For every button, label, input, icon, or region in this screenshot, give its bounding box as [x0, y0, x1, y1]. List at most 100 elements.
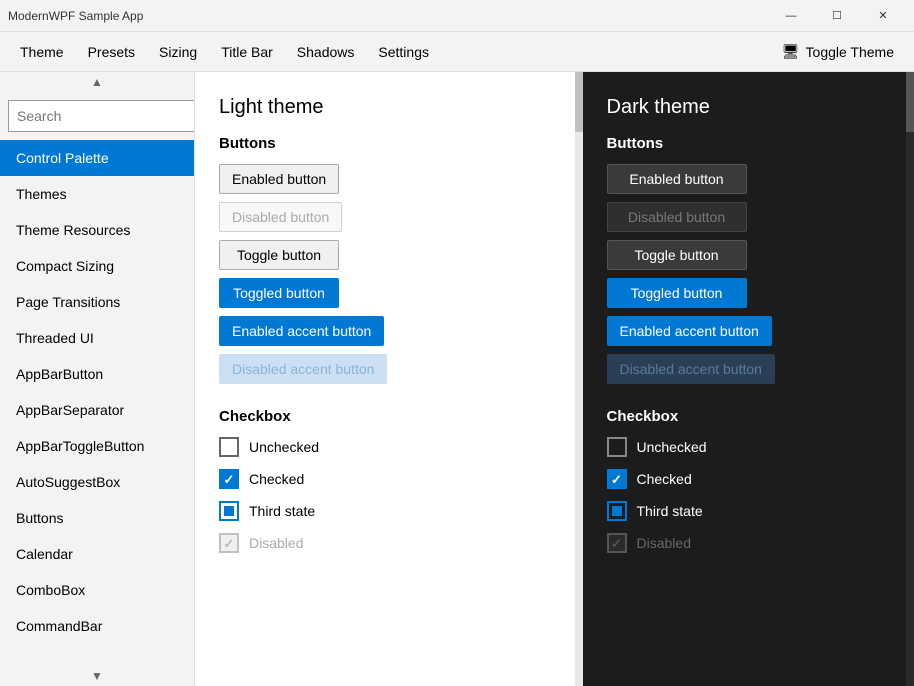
maximize-button[interactable]: ☐ [814, 0, 860, 32]
light-btn-row-4: Enabled accent button [219, 316, 551, 346]
light-btn-row-2: Toggle button [219, 240, 551, 270]
light-enabled-button[interactable]: Enabled button [219, 164, 339, 194]
light-btn-row-0: Enabled button [219, 164, 551, 194]
check-icon: ✓ [224, 473, 235, 486]
light-checkbox-section: Checkbox Unchecked ✓ Checked Third state [219, 408, 551, 553]
dark-enabled-button[interactable]: Enabled button [607, 164, 747, 194]
dark-disabled-button: Disabled button [607, 202, 747, 232]
close-button[interactable]: ✕ [860, 0, 906, 32]
light-btn-row-1: Disabled button [219, 202, 551, 232]
light-scrollbar[interactable] [575, 72, 583, 686]
light-accent-button[interactable]: Enabled accent button [219, 316, 384, 346]
sidebar-item-page-transitions[interactable]: Page Transitions [0, 284, 194, 320]
sidebar-item-calendar[interactable]: Calendar [0, 536, 194, 572]
dark-checkbox-unchecked-box[interactable] [607, 437, 627, 457]
disabled-check-icon: ✓ [224, 537, 235, 550]
dark-accent-disabled-button: Disabled accent button [607, 354, 775, 384]
app-layout: ▲ 🔍 Control Palette Themes Theme Resourc… [0, 72, 914, 686]
minimize-button[interactable]: — [768, 0, 814, 32]
dark-btn-row-1: Disabled button [607, 202, 883, 232]
sidebar-item-appbartogglebutton[interactable]: AppBarToggleButton [0, 428, 194, 464]
light-disabled-button: Disabled button [219, 202, 342, 232]
dark-btn-row-5: Disabled accent button [607, 354, 883, 384]
dark-scrollbar[interactable] [906, 72, 914, 686]
light-checkbox-disabled-label: Disabled [249, 535, 303, 551]
sidebar-scroll-up[interactable]: ▲ [0, 72, 194, 92]
dark-checkbox-section: Checkbox Unchecked ✓ Checked [607, 408, 883, 553]
dark-checkbox-disabled: ✓ Disabled [607, 533, 883, 553]
dark-buttons-section: Buttons Enabled button Disabled button T… [607, 135, 883, 384]
light-toggle-button[interactable]: Toggle button [219, 240, 339, 270]
light-buttons-subtitle: Buttons [219, 135, 551, 152]
dark-theme-panel: Dark theme Buttons Enabled button Disabl… [583, 72, 907, 686]
light-checkbox-unchecked: Unchecked [219, 437, 551, 457]
light-theme-panel: Light theme Buttons Enabled button Disab… [195, 72, 575, 686]
dark-checkbox-checked: ✓ Checked [607, 469, 883, 489]
dark-btn-row-4: Enabled accent button [607, 316, 883, 346]
menu-presets[interactable]: Presets [76, 38, 147, 66]
dark-toggled-button[interactable]: Toggled button [607, 278, 747, 308]
sidebar-item-commandbar[interactable]: CommandBar [0, 608, 194, 644]
light-theme-title: Light theme [219, 96, 551, 119]
light-checkbox-checked-label: Checked [249, 471, 304, 487]
light-checkbox-third-box[interactable] [219, 501, 239, 521]
main-content: Light theme Buttons Enabled button Disab… [195, 72, 914, 686]
sidebar-item-compact-sizing[interactable]: Compact Sizing [0, 248, 194, 284]
dark-checkbox-disabled-label: Disabled [637, 535, 691, 551]
light-accent-disabled-button: Disabled accent button [219, 354, 387, 384]
dark-check-icon: ✓ [611, 473, 622, 486]
search-input[interactable] [8, 100, 195, 132]
sidebar-item-control-palette[interactable]: Control Palette [0, 140, 194, 176]
app-title: ModernWPF Sample App [8, 9, 768, 23]
dark-scrollbar-thumb[interactable] [906, 72, 914, 132]
light-btn-row-3: Toggled button [219, 278, 551, 308]
window-controls: — ☐ ✕ [768, 0, 906, 32]
sidebar-item-appbarbutton[interactable]: AppBarButton [0, 356, 194, 392]
dark-checkbox-third-box[interactable] [607, 501, 627, 521]
light-btn-row-5: Disabled accent button [219, 354, 551, 384]
dark-checkbox-disabled-box: ✓ [607, 533, 627, 553]
dark-btn-row-0: Enabled button [607, 164, 883, 194]
dark-btn-row-2: Toggle button [607, 240, 883, 270]
menu-bar: Theme Presets Sizing Title Bar Shadows S… [0, 32, 914, 72]
menu-theme[interactable]: Theme [8, 38, 76, 66]
dark-checkbox-subtitle: Checkbox [607, 408, 883, 425]
light-checkbox-unchecked-box[interactable] [219, 437, 239, 457]
dark-checkbox-third: Third state [607, 501, 883, 521]
light-checkbox-unchecked-label: Unchecked [249, 439, 319, 455]
menu-titlebar[interactable]: Title Bar [209, 38, 285, 66]
light-toggled-button[interactable]: Toggled button [219, 278, 339, 308]
dark-accent-button[interactable]: Enabled accent button [607, 316, 772, 346]
dark-toggle-button[interactable]: Toggle button [607, 240, 747, 270]
dark-checkbox-unchecked: Unchecked [607, 437, 883, 457]
light-checkbox-disabled: ✓ Disabled [219, 533, 551, 553]
light-checkbox-third-label: Third state [249, 503, 315, 519]
toggle-theme-button[interactable]: 🖥 Toggle Theme [770, 37, 906, 66]
dark-checkbox-checked-label: Checked [637, 471, 692, 487]
sidebar-item-theme-resources[interactable]: Theme Resources [0, 212, 194, 248]
sidebar-list: Control Palette Themes Theme Resources C… [0, 140, 194, 666]
light-checkbox-checked-box[interactable]: ✓ [219, 469, 239, 489]
sidebar: ▲ 🔍 Control Palette Themes Theme Resourc… [0, 72, 195, 686]
dark-panel-wrapper: Dark theme Buttons Enabled button Disabl… [583, 72, 914, 686]
light-checkbox-third: Third state [219, 501, 551, 521]
toggle-theme-icon: 🖥 [782, 43, 800, 60]
sidebar-item-buttons[interactable]: Buttons [0, 500, 194, 536]
sidebar-search-area: 🔍 [0, 92, 194, 140]
sidebar-item-combobox[interactable]: ComboBox [0, 572, 194, 608]
menu-settings[interactable]: Settings [366, 38, 441, 66]
sidebar-item-appbarseparator[interactable]: AppBarSeparator [0, 392, 194, 428]
light-buttons-section: Buttons Enabled button Disabled button T… [219, 135, 551, 384]
dark-disabled-check-icon: ✓ [611, 537, 622, 550]
menu-shadows[interactable]: Shadows [285, 38, 367, 66]
light-checkbox-subtitle: Checkbox [219, 408, 551, 425]
menu-sizing[interactable]: Sizing [147, 38, 209, 66]
light-scrollbar-thumb[interactable] [575, 72, 583, 132]
sidebar-item-threaded-ui[interactable]: Threaded UI [0, 320, 194, 356]
dark-checkbox-checked-box[interactable]: ✓ [607, 469, 627, 489]
dark-checkbox-third-label: Third state [637, 503, 703, 519]
dark-checkbox-unchecked-label: Unchecked [637, 439, 707, 455]
sidebar-item-autosuggestbox[interactable]: AutoSuggestBox [0, 464, 194, 500]
sidebar-item-themes[interactable]: Themes [0, 176, 194, 212]
sidebar-scroll-down[interactable]: ▼ [0, 666, 194, 686]
